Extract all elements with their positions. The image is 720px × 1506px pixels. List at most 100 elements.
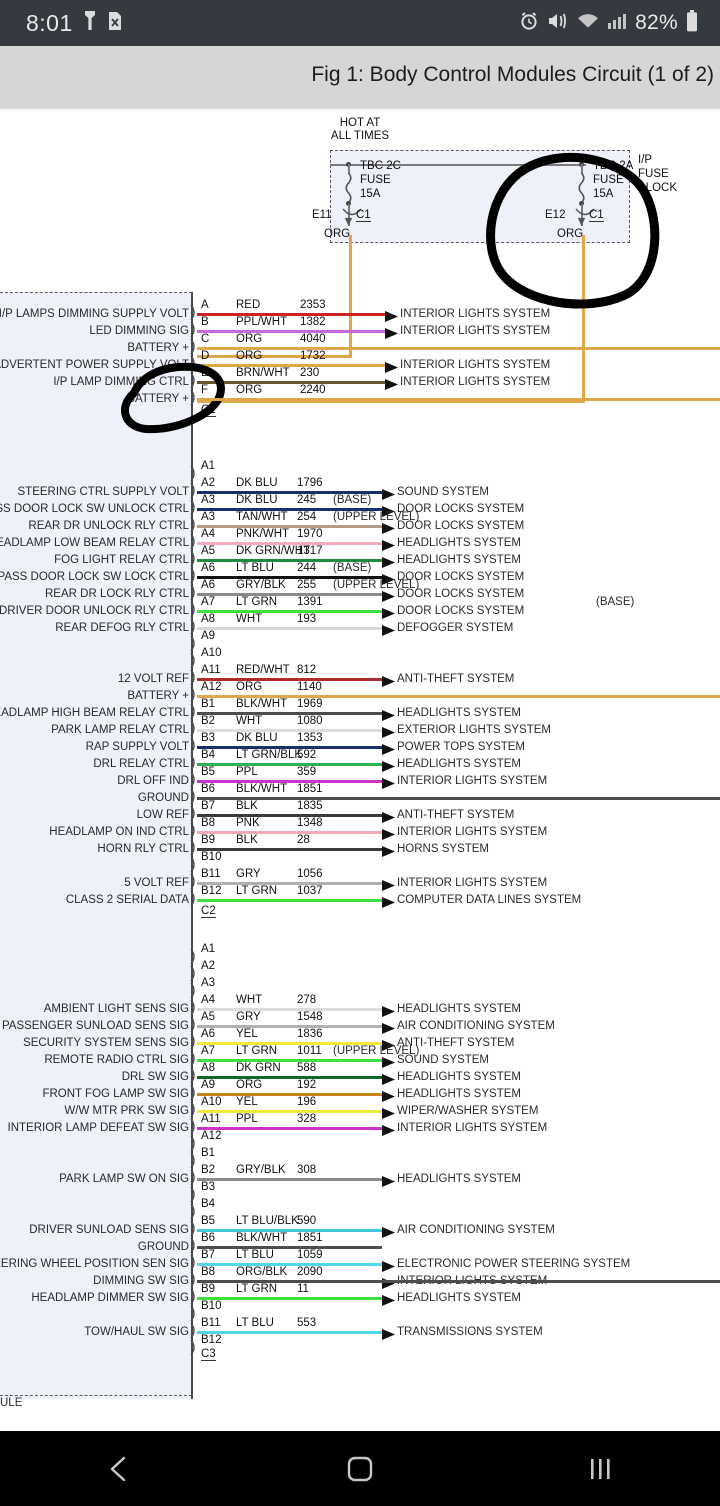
pin-row[interactable]: A9 ORG 192 HEADLIGHTS SYSTEM FRONT FOG LAMP … xyxy=(0,1079,720,1102)
wire-color-code: BRN/WHT xyxy=(236,367,290,379)
vibrate-mute-icon xyxy=(547,11,569,36)
home-square-icon xyxy=(347,1456,373,1481)
home-button[interactable] xyxy=(240,1453,480,1485)
pin-row[interactable]: A6 LT BLU 244 DOOR LOCKS SYSTEM (BASE) PASS D… xyxy=(0,562,720,585)
circuit-number: 1140 xyxy=(297,681,322,693)
pin-row[interactable]: A4 PNK/WHT 1970 HEADLIGHTS SYSTEM HEADLAMP L… xyxy=(0,528,720,551)
pin-row[interactable]: A6 YEL 1836 ANTI-THEFT SYSTEM SECURITY SYSTE… xyxy=(0,1028,720,1051)
pin-id: A4 xyxy=(201,528,216,540)
pin-row[interactable]: B PPL/WHT 1382 INTERIOR LIGHTS SYSTEM LED DI… xyxy=(0,316,720,339)
pin-row[interactable]: B1 xyxy=(0,1147,720,1169)
pin-row[interactable]: A2 DK BLU 1796 SOUND SYSTEM STEERING CTRL SU… xyxy=(0,477,720,500)
pin-row[interactable]: B10 xyxy=(0,851,720,873)
pin-id: B9 xyxy=(201,834,216,846)
circuit-number: 1391 xyxy=(297,596,323,608)
pin-row[interactable]: B8 PNK 1348 INTERIOR LIGHTS SYSTEM HEADLAMP … xyxy=(0,817,720,840)
pin-variant-note: (BASE) xyxy=(333,494,372,506)
pin-row[interactable]: A11 PPL 328 INTERIOR LIGHTS SYSTEM INTERIOR … xyxy=(0,1113,720,1136)
pin-id: A10 xyxy=(201,647,222,659)
pin-row[interactable]: A8 WHT 193 DEFOGGER SYSTEM REAR DEFOG RLY CT… xyxy=(0,613,720,636)
fuse-word: FUSE xyxy=(593,174,624,186)
hot-at-line2: ALL TIMES xyxy=(330,130,390,142)
wire-color-code: GRY/BLK xyxy=(236,1164,286,1176)
pin-row[interactable]: A8 DK GRN 588 HEADLIGHTS SYSTEM DRL SW SIG xyxy=(0,1062,720,1085)
pin-row[interactable]: A10 xyxy=(0,647,720,669)
pin-row[interactable]: A3 DK BLU 245 DOOR LOCKS SYSTEM (BASE) PASS D… xyxy=(0,494,720,517)
wire-color-code: BLK/WHT xyxy=(236,698,288,710)
flashlight-icon xyxy=(82,7,98,37)
circuit-number: 1796 xyxy=(297,477,323,489)
pin-row[interactable]: B9 BLK 28 HORNS SYSTEM HORN RLY CTRL xyxy=(0,834,720,857)
wire-line-to-page-edge xyxy=(197,347,720,350)
circuit-number: 590 xyxy=(297,1215,317,1227)
pin-row[interactable]: B5 LT BLU/BLK 590 AIR CONDITIONING SYSTEM DR… xyxy=(0,1215,720,1238)
pin-row[interactable]: B7 BLK 1835 ANTI-THEFT SYSTEM LOW REF xyxy=(0,800,720,823)
pin-row[interactable]: B12 xyxy=(0,1334,720,1356)
wire-color-code: DK GRN xyxy=(236,1062,281,1074)
circuit-number: 4040 xyxy=(300,333,326,345)
wiring-diagram-canvas[interactable]: HOT AT ALL TIMES I/P FUSE BLOCK TBC 2C F… xyxy=(0,109,720,1431)
pin-row[interactable]: B12 LT GRN 1037 COMPUTER DATA LINES SYSTEM C… xyxy=(0,885,720,908)
pin-row[interactable]: E BRN/WHT 230 INTERIOR LIGHTS SYSTEM I/P LAM… xyxy=(0,367,720,390)
pin-row[interactable]: B4 xyxy=(0,1198,720,1220)
pin-row[interactable]: B3 DK BLU 1353 POWER TOPS SYSTEM RAP SUPPLY … xyxy=(0,732,720,755)
pin-row[interactable]: A1 xyxy=(0,943,720,965)
wire-color-code: DK BLU xyxy=(236,477,278,489)
circuit-number: 192 xyxy=(297,1079,317,1091)
pin-row[interactable]: A7 LT GRN 1391 DOOR LOCKS SYSTEM (BASE) DRIVE… xyxy=(0,596,720,619)
wire-color-e11: ORG xyxy=(324,228,351,240)
recents-button[interactable] xyxy=(480,1454,720,1484)
pin-row[interactable]: A7 LT GRN 1011 SOUND SYSTEM (UPPER LEVEL) REM… xyxy=(0,1045,720,1068)
circuit-number: 328 xyxy=(297,1113,317,1125)
pin-id: B9 xyxy=(201,1283,216,1295)
back-button[interactable] xyxy=(0,1454,240,1484)
wifi-icon xyxy=(577,12,599,35)
pin-row[interactable]: B5 PPL 359 INTERIOR LIGHTS SYSTEM DRL OFF IN… xyxy=(0,766,720,789)
ip-fuse-block-label: I/P FUSE BLOCK xyxy=(638,153,677,195)
pin-row[interactable]: A3 xyxy=(0,977,720,999)
pin-row[interactable]: B2 GRY/BLK 308 HEADLIGHTS SYSTEM PARK LAMP S… xyxy=(0,1164,720,1187)
pin-row[interactable]: A4 WHT 278 HEADLIGHTS SYSTEM AMBIENT LIGHT S… xyxy=(0,994,720,1017)
pin-id: B11 xyxy=(201,1317,221,1329)
wire-color-code: PNK xyxy=(236,817,260,829)
circuit-number: 1382 xyxy=(300,316,326,328)
circuit-number: 2240 xyxy=(300,384,326,396)
pin-row[interactable]: A RED 2353 INTERIOR LIGHTS SYSTEM I/P LAMPS … xyxy=(0,299,720,322)
pin-row[interactable]: A12 xyxy=(0,1130,720,1152)
pin-row[interactable]: B11 GRY 1056 INTERIOR LIGHTS SYSTEM 5 VOLT R… xyxy=(0,868,720,891)
status-bar: 8:01 82% xyxy=(0,0,720,46)
pin-row[interactable]: A2 xyxy=(0,960,720,982)
pin-row[interactable]: B3 xyxy=(0,1181,720,1203)
pin-row[interactable]: B1 BLK/WHT 1969 HEADLIGHTS SYSTEM HEADLAMP H… xyxy=(0,698,720,721)
pin-row[interactable]: B10 xyxy=(0,1300,720,1322)
pin-row[interactable]: B9 LT GRN 11 HEADLIGHTS SYSTEM HEADLAMP DIMM… xyxy=(0,1283,720,1306)
signal-name-label: CLASS 2 SERIAL DATA xyxy=(65,894,189,906)
circuit-number: 1080 xyxy=(297,715,323,727)
wire-color-code: LT GRN xyxy=(236,1045,278,1057)
pin-row[interactable]: A5 DK GRN/WHT 1317 HEADLIGHTS SYSTEM FOG LIG… xyxy=(0,545,720,568)
pin-row[interactable]: B6 BLK/WHT 1851 GROUND xyxy=(0,1232,720,1254)
circuit-number: 1836 xyxy=(297,1028,323,1040)
pin-row[interactable]: A1 xyxy=(0,460,720,482)
pin-row[interactable]: B2 WHT 1080 EXTERIOR LIGHTS SYSTEM PARK LAMP… xyxy=(0,715,720,738)
circuit-number: 193 xyxy=(297,613,317,625)
fuse-coil-symbol xyxy=(578,173,585,203)
pin-id: C xyxy=(201,333,210,345)
pin-row[interactable]: A11 RED/WHT 812 ANTI-THEFT SYSTEM 12 VOLT RE… xyxy=(0,664,720,687)
pin-row[interactable]: B7 LT BLU 1059 ELECTRONIC POWER STEERING SY… xyxy=(0,1249,720,1272)
pin-row[interactable]: A5 GRY 1548 AIR CONDITIONING SYSTEM PASSENGE… xyxy=(0,1011,720,1034)
figure-title-bar: Fig 1: Body Control Modules Circuit (1 o… xyxy=(0,46,720,109)
pin-row[interactable]: A3 TAN/WHT 254 DOOR LOCKS SYSTEM (UPPER LEVE… xyxy=(0,511,720,534)
pin-row[interactable]: A10 YEL 196 WIPER/WASHER SYSTEM W/W MTR PRK … xyxy=(0,1096,720,1119)
pin-row[interactable]: D ORG 1732 INTERIOR LIGHTS SYSTEM INADVERTEN… xyxy=(0,350,720,373)
fuse-name: TBC 2C xyxy=(360,160,401,172)
pin-row[interactable]: B4 LT GRN/BLK 592 HEADLIGHTS SYSTEM DRL RELA… xyxy=(0,749,720,772)
pin-row[interactable]: A9 xyxy=(0,630,720,652)
pin-id: A12 xyxy=(201,681,222,693)
pin-id: B7 xyxy=(201,800,216,812)
pin-row[interactable]: B11 LT BLU 553 TRANSMISSIONS SYSTEM TOW/HAUL… xyxy=(0,1317,720,1340)
pin-id: A9 xyxy=(201,630,216,642)
pin-row[interactable]: A6 GRY/BLK 255 DOOR LOCKS SYSTEM (UPPER LEVE… xyxy=(0,579,720,602)
destination-system: COMPUTER DATA LINES SYSTEM xyxy=(397,894,582,906)
connector-tag-c2: C2 xyxy=(201,905,216,918)
